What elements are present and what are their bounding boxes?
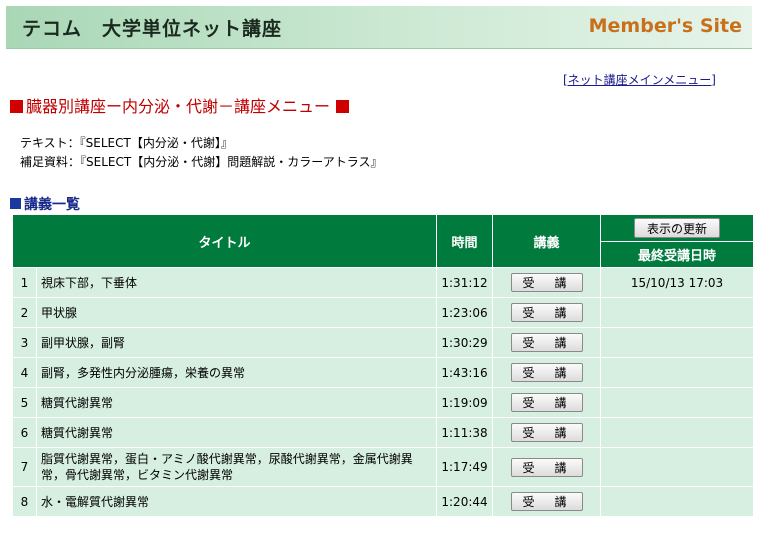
table-row: 6 糖質代謝異常 1:11:38 受 講	[12, 417, 755, 448]
attend-cell: 受 講	[492, 486, 602, 517]
list-heading-text: 講義一覧	[24, 197, 80, 213]
refresh-header-cell: 表示の更新	[600, 214, 755, 242]
supplement-value: 『SELECT【内分泌・代謝】問題解説・カラーアトラス』	[80, 155, 383, 169]
column-header-time: 時間	[436, 214, 494, 268]
attend-cell: 受 講	[492, 417, 602, 448]
site-header: テコム 大学単位ネット講座 Member's Site	[6, 6, 752, 49]
row-number: 6	[12, 417, 37, 448]
lecture-time: 1:11:38	[436, 417, 494, 448]
blue-square-icon	[10, 198, 21, 209]
list-heading: 講義一覧	[10, 194, 80, 214]
main-menu-link[interactable]: [ネット講座メインメニュー]	[563, 71, 716, 88]
lecture-title: 糖質代謝異常	[35, 417, 438, 448]
lecture-table: タイトル 時間 講義 表示の更新 最終受講日時 1 視床下部，下垂体 1:31:…	[11, 214, 755, 517]
lecture-title: 水・電解質代謝異常	[35, 486, 438, 517]
attend-button[interactable]: 受 講	[510, 492, 583, 511]
site-title: テコム 大学単位ネット講座	[22, 18, 283, 40]
last-attended-date	[600, 357, 755, 388]
lecture-time: 1:43:16	[436, 357, 494, 388]
text-info: テキスト：『SELECT【内分泌・代謝】』 補足資料：『SELECT【内分泌・代…	[20, 134, 382, 172]
text-line: テキスト：『SELECT【内分泌・代謝】』	[20, 134, 382, 153]
row-number: 7	[12, 447, 37, 487]
attend-button[interactable]: 受 講	[510, 423, 583, 442]
table-row: 8 水・電解質代謝異常 1:20:44 受 講	[12, 486, 755, 517]
lecture-title: 脂質代謝異常，蛋白・アミノ酸代謝異常，尿酸代謝異常，金属代謝異常，骨代謝異常，ビ…	[35, 447, 438, 487]
lecture-time: 1:20:44	[436, 486, 494, 517]
lecture-title: 甲状腺	[35, 297, 438, 328]
table-row: 2 甲状腺 1:23:06 受 講	[12, 297, 755, 328]
table-row: 1 視床下部，下垂体 1:31:12 受 講 15/10/13 17:03	[12, 267, 755, 298]
text-label: テキスト：	[20, 136, 80, 150]
text-value: 『SELECT【内分泌・代謝】』	[79, 136, 233, 150]
attend-button[interactable]: 受 講	[510, 457, 583, 477]
column-header-lecture: 講義	[492, 214, 602, 268]
column-header-last-date: 最終受講日時	[600, 241, 755, 268]
table-row: 7 脂質代謝異常，蛋白・アミノ酸代謝異常，尿酸代謝異常，金属代謝異常，骨代謝異常…	[12, 447, 755, 487]
lecture-title: 副腎，多発性内分泌腫瘍，栄養の異常	[35, 357, 438, 388]
page-heading: 臓器別講座ー内分泌・代謝－講座メニュー	[10, 93, 350, 117]
table-row: 4 副腎，多発性内分泌腫瘍，栄養の異常 1:43:16 受 講	[12, 357, 755, 388]
member-site-logo: Member's Site	[588, 15, 742, 37]
column-header-title: タイトル	[11, 214, 438, 268]
attend-cell: 受 講	[492, 327, 602, 358]
attend-button[interactable]: 受 講	[510, 273, 583, 292]
table-row: 5 糖質代謝異常 1:19:09 受 講	[12, 387, 755, 418]
lecture-title: 副甲状腺，副腎	[35, 327, 438, 358]
last-attended-date	[600, 447, 755, 487]
attend-button[interactable]: 受 講	[510, 333, 583, 352]
attend-cell: 受 講	[492, 267, 602, 298]
lecture-time: 1:31:12	[436, 267, 494, 298]
lecture-time: 1:19:09	[436, 387, 494, 418]
row-number: 8	[12, 486, 37, 517]
attend-cell: 受 講	[492, 387, 602, 418]
row-number: 5	[12, 387, 37, 418]
last-attended-date: 15/10/13 17:03	[600, 267, 755, 298]
refresh-button[interactable]: 表示の更新	[634, 218, 721, 238]
red-square-icon	[336, 100, 350, 113]
attend-button[interactable]: 受 講	[510, 303, 583, 322]
last-attended-date	[600, 387, 755, 418]
last-attended-date	[600, 297, 755, 328]
red-square-icon	[10, 100, 23, 113]
row-number: 1	[12, 267, 37, 298]
attend-button[interactable]: 受 講	[510, 363, 583, 382]
supplement-line: 補足資料：『SELECT【内分泌・代謝】問題解説・カラーアトラス』	[20, 153, 382, 172]
page-heading-text: 臓器別講座ー内分泌・代謝－講座メニュー	[26, 97, 331, 116]
lecture-time: 1:23:06	[436, 297, 494, 328]
attend-cell: 受 講	[492, 447, 602, 487]
last-attended-date	[600, 417, 755, 448]
table-row: 3 副甲状腺，副腎 1:30:29 受 講	[12, 327, 755, 358]
attend-cell: 受 講	[492, 297, 602, 328]
last-attended-date	[600, 327, 755, 358]
row-number: 3	[12, 327, 37, 358]
attend-cell: 受 講	[492, 357, 602, 388]
row-number: 2	[12, 297, 37, 328]
row-number: 4	[12, 357, 37, 388]
last-attended-date	[600, 486, 755, 517]
lecture-title: 視床下部，下垂体	[35, 267, 438, 298]
lecture-title: 糖質代謝異常	[35, 387, 438, 418]
supplement-label: 補足資料：	[20, 155, 81, 169]
lecture-time: 1:30:29	[436, 327, 494, 358]
lecture-time: 1:17:49	[436, 447, 494, 487]
attend-button[interactable]: 受 講	[510, 393, 583, 412]
